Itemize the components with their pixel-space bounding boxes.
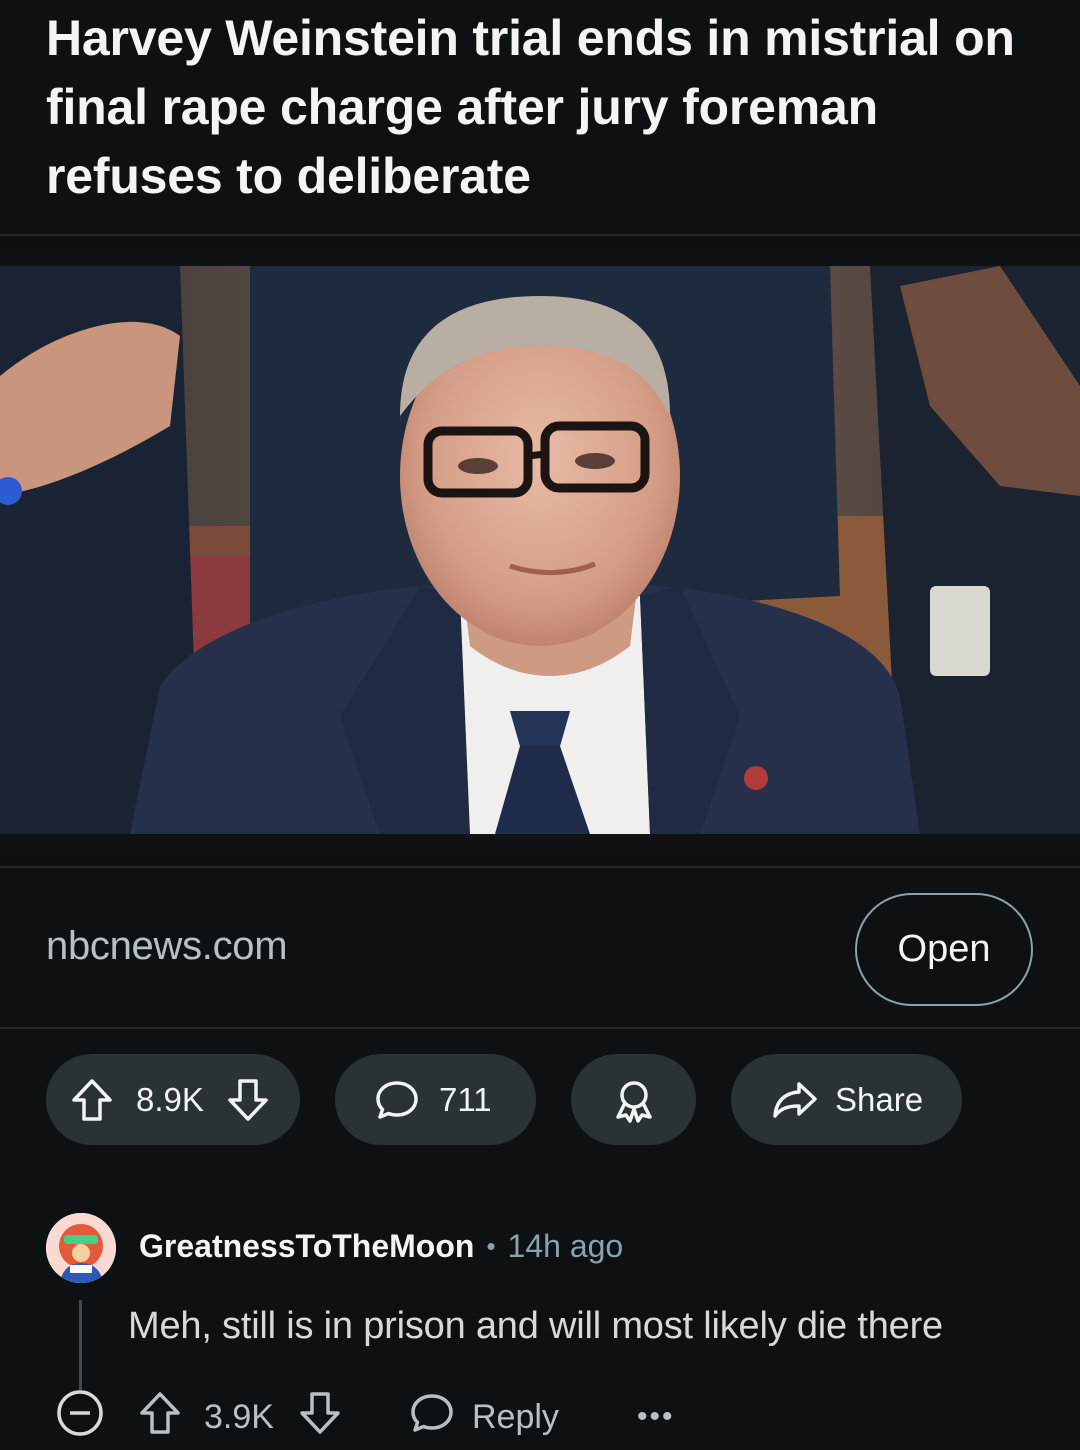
share-label: Share <box>835 1080 924 1118</box>
open-link-button[interactable]: Open <box>855 893 1033 1006</box>
comment-timestamp: 14h ago <box>507 1228 624 1264</box>
speech-bubble-icon <box>375 1079 419 1121</box>
comment-count: 711 <box>439 1080 492 1118</box>
reply-button[interactable]: Reply <box>410 1390 559 1444</box>
upvote-count: 8.9K <box>136 1080 204 1118</box>
divider <box>0 866 1080 868</box>
award-button[interactable] <box>571 1054 696 1145</box>
speech-bubble-icon <box>410 1392 454 1443</box>
post-vote-control: 8.9K <box>46 1054 300 1145</box>
reply-label: Reply <box>472 1397 559 1436</box>
minus-circle-icon <box>56 1389 104 1446</box>
more-options-button[interactable]: ••• <box>637 1390 675 1444</box>
separator-dot: • <box>486 1231 496 1261</box>
comment-body: Meh, still is in prison and will most li… <box>128 1305 943 1347</box>
divider <box>0 1027 1080 1029</box>
collapse-thread-button[interactable] <box>56 1389 104 1446</box>
upvote-arrow-icon[interactable] <box>138 1390 182 1445</box>
downvote-arrow-icon[interactable] <box>298 1390 342 1445</box>
award-ribbon-icon <box>612 1077 656 1123</box>
post-image[interactable] <box>0 266 1080 834</box>
post-screen: Harvey Weinstein trial ends in mistrial … <box>0 0 1080 1450</box>
share-arrow-icon <box>771 1080 819 1120</box>
thread-line[interactable] <box>79 1300 82 1390</box>
comment-header: GreatnessToTheMoon • 14h ago <box>139 1228 623 1265</box>
share-button[interactable]: Share <box>731 1054 962 1145</box>
post-title[interactable]: Harvey Weinstein trial ends in mistrial … <box>46 4 1046 211</box>
link-domain[interactable]: nbcnews.com <box>46 924 288 969</box>
downvote-arrow-icon[interactable] <box>226 1077 270 1123</box>
comments-button[interactable]: 711 <box>335 1054 536 1145</box>
comment-vote-control: 3.9K <box>138 1390 342 1444</box>
upvote-arrow-icon[interactable] <box>70 1077 114 1123</box>
comment-username[interactable]: GreatnessToTheMoon <box>139 1228 474 1265</box>
avatar[interactable] <box>46 1213 116 1283</box>
comment-vote-count: 3.9K <box>204 1397 274 1436</box>
